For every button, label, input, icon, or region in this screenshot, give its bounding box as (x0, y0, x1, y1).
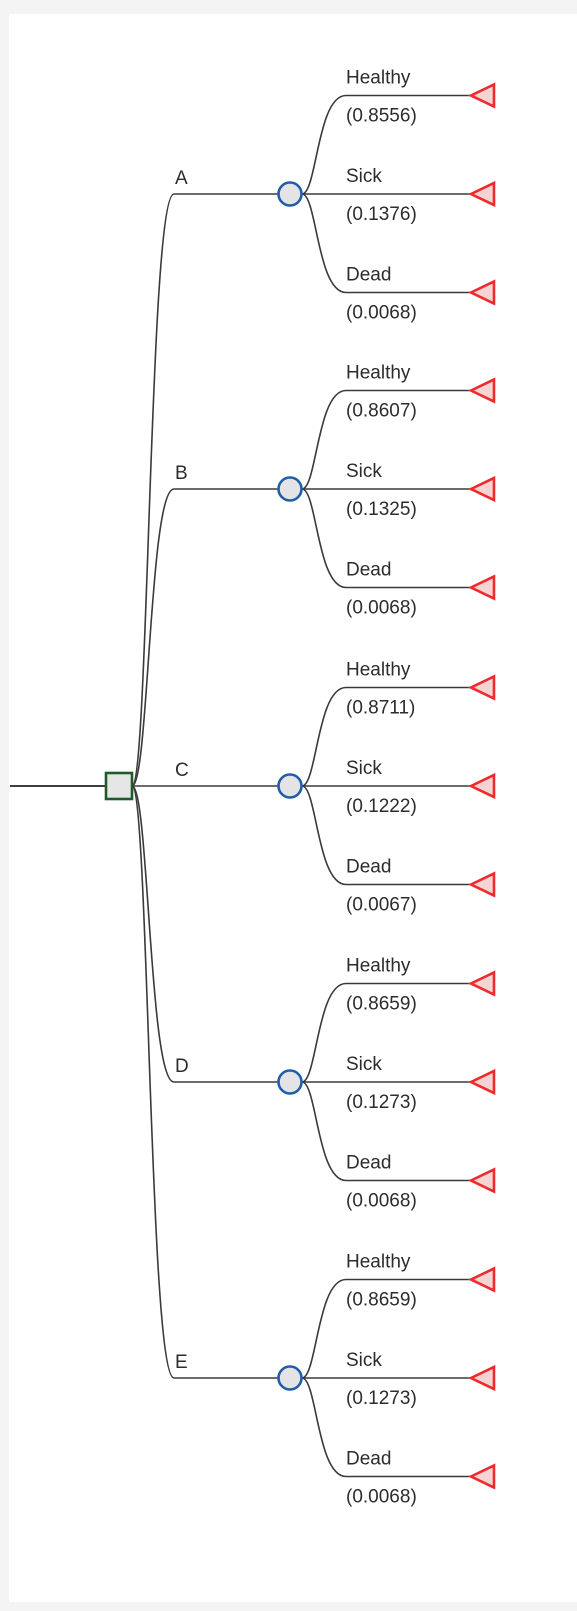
edge-outcome (301, 785, 347, 886)
outcome-probability: (0.8556) (346, 106, 417, 127)
outcome-probability: (0.8659) (346, 994, 417, 1015)
outcome-probability: (0.1376) (346, 204, 417, 225)
outcome-label: Sick (346, 166, 382, 187)
edge-outcome (301, 1081, 347, 1182)
edge-outcome (301, 389, 347, 490)
chance-node-icon[interactable] (277, 181, 303, 207)
option-label: C (175, 760, 189, 781)
outcome-label: Healthy (346, 956, 411, 977)
tree-canvas: A Healthy (0.8556) Sick (0.1376) Dead (0.0068)… (9, 14, 577, 1602)
outcome-probability: (0.0068) (346, 1487, 417, 1508)
terminal-node-icon[interactable] (467, 674, 496, 701)
edge-outcome (301, 488, 347, 589)
terminal-node-icon[interactable] (467, 82, 496, 109)
outcome-probability: (0.8659) (346, 1290, 417, 1311)
edge-outcome (301, 982, 347, 1083)
option-label: D (175, 1056, 189, 1077)
edge-option-D (131, 785, 175, 1083)
edge-option-A (131, 193, 175, 787)
edge-option-B (131, 488, 175, 787)
outcome-probability: (0.8711) (346, 698, 415, 719)
terminal-node-icon[interactable] (467, 1167, 496, 1194)
outcome-label: Sick (346, 461, 382, 482)
terminal-node-icon[interactable] (467, 574, 496, 601)
outcome-label: Healthy (346, 1252, 411, 1273)
decision-tree-diagram: A Healthy (0.8556) Sick (0.1376) Dead (0.0068)… (10, 68, 496, 1508)
terminal-node-icon[interactable] (467, 1266, 496, 1293)
edge-outcome (301, 686, 347, 787)
decision-node-icon[interactable] (104, 771, 134, 801)
outcome-probability: (0.1325) (346, 499, 417, 520)
terminal-node-icon[interactable] (467, 871, 496, 898)
outcome-label: Dead (346, 265, 391, 286)
outcome-probability: (0.0067) (346, 895, 417, 916)
outcome-probability: (0.0068) (346, 1191, 417, 1212)
outcome-probability: (0.1273) (346, 1092, 417, 1113)
chance-node-icon[interactable] (277, 1069, 303, 1095)
outcome-probability: (0.1222) (346, 796, 417, 817)
outcome-label: Healthy (346, 68, 411, 89)
terminal-node-icon[interactable] (467, 279, 496, 306)
outcome-label: Dead (346, 1153, 391, 1174)
chance-node-icon[interactable] (277, 773, 303, 799)
outcome-probability: (0.0068) (346, 598, 417, 619)
edge-outcome (301, 1278, 347, 1379)
outcome-probability: (0.8607) (346, 401, 417, 422)
outcome-label: Sick (346, 1350, 382, 1371)
terminal-node-icon[interactable] (467, 377, 496, 404)
edge-option-E (131, 785, 175, 1379)
terminal-node-icon[interactable] (467, 1463, 496, 1490)
terminal-node-icon[interactable] (467, 475, 496, 503)
terminal-node-icon[interactable] (467, 1364, 496, 1392)
option-label: B (175, 463, 188, 484)
option-label: A (175, 168, 188, 189)
outcome-probability: (0.0068) (346, 303, 417, 324)
chance-node-icon[interactable] (277, 476, 303, 502)
edge-outcome (301, 193, 347, 294)
outcome-label: Dead (346, 560, 391, 581)
chance-node-icon[interactable] (277, 1365, 303, 1391)
edge-outcome (301, 94, 347, 195)
outcome-label: Dead (346, 857, 391, 878)
outcome-label: Dead (346, 1449, 391, 1470)
outcome-label: Sick (346, 758, 382, 779)
terminal-node-icon[interactable] (467, 1068, 496, 1096)
terminal-node-icon[interactable] (467, 970, 496, 997)
outcome-probability: (0.1273) (346, 1388, 417, 1409)
outcome-label: Healthy (346, 363, 411, 384)
terminal-node-icon[interactable] (467, 180, 496, 208)
terminal-node-icon[interactable] (467, 772, 496, 800)
option-label: E (175, 1352, 188, 1373)
outcome-label: Healthy (346, 660, 411, 681)
edge-outcome (301, 1377, 347, 1478)
outcome-label: Sick (346, 1054, 382, 1075)
